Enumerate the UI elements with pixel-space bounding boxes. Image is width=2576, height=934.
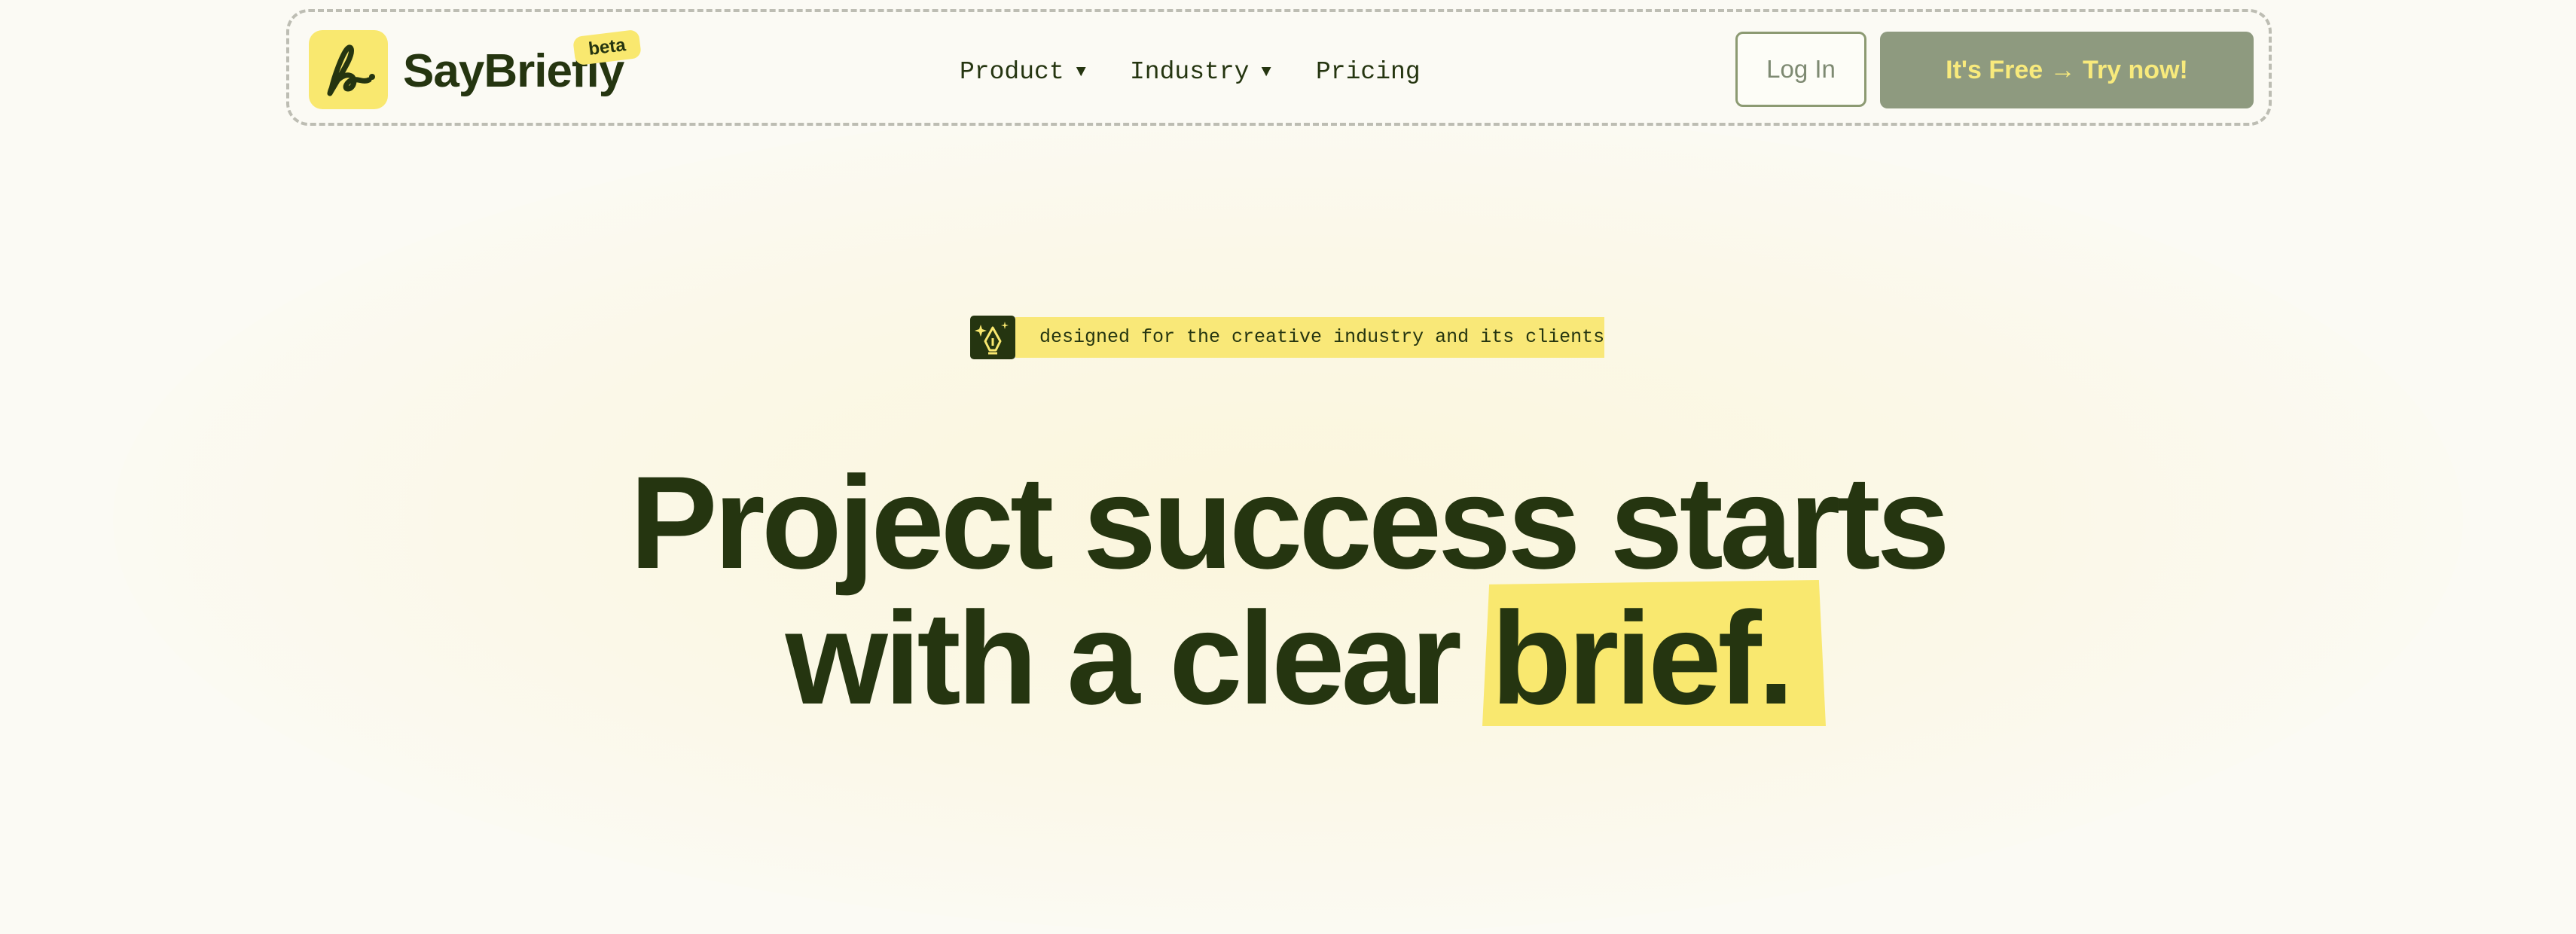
pen-nib-sparkle-icon (970, 316, 1015, 359)
tagline-text: designed for the creative industry and i… (1039, 326, 1605, 348)
headline-prefix: with a clear (785, 585, 1491, 732)
nav-item-label: Product (960, 57, 1064, 86)
nav-item-pricing[interactable]: Pricing (1316, 53, 1421, 90)
logo-icon[interactable] (309, 30, 388, 109)
headline-line-2: with a clear brief. (0, 588, 2576, 731)
chevron-down-icon: ▼ (1261, 62, 1271, 81)
nav-item-label: Pricing (1316, 57, 1421, 86)
signature-logo-icon (327, 44, 375, 96)
nav-item-product[interactable]: Product ▼ (960, 53, 1086, 90)
nav-item-industry[interactable]: Industry ▼ (1130, 53, 1271, 90)
headline-highlight-word: brief. (1491, 585, 1794, 732)
try-now-button[interactable]: It's Free → Try now! (1880, 32, 2254, 108)
chevron-down-icon: ▼ (1076, 62, 1086, 81)
nav-item-label: Industry (1130, 57, 1250, 86)
headline-line-1: Project success starts (629, 450, 1950, 597)
login-button[interactable]: Log In (1735, 32, 1866, 107)
